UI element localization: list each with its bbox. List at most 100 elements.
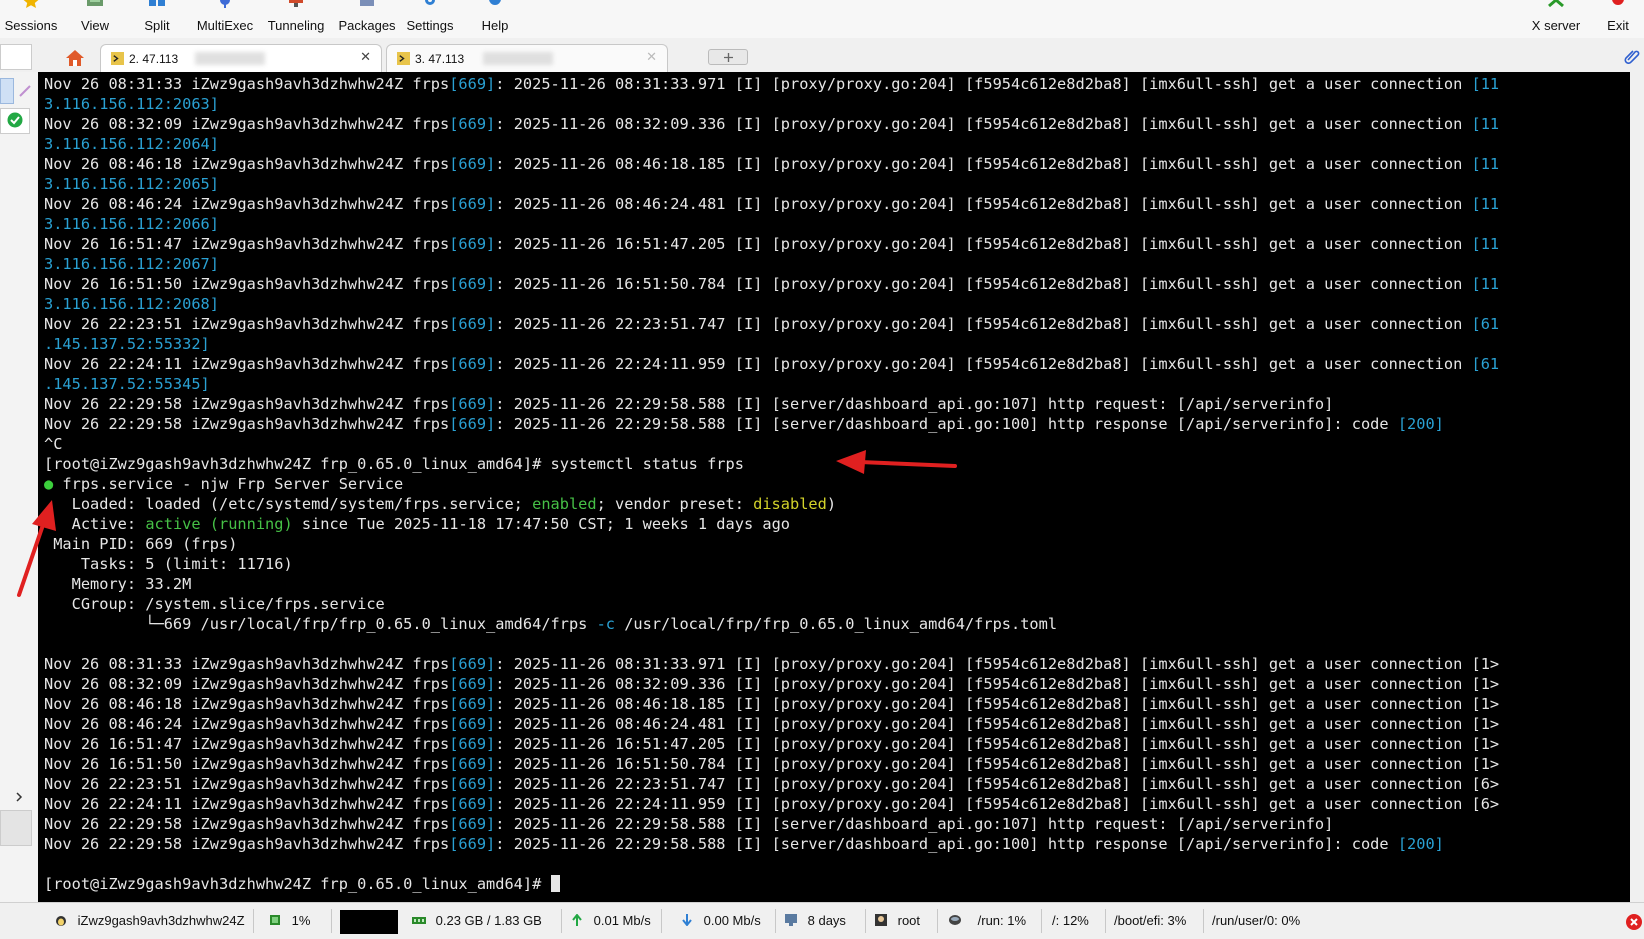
terminal-text: [669] (449, 655, 496, 673)
new-tab-button[interactable] (708, 49, 748, 65)
terminal-line: ● frps.service - njw Frp Server Service (44, 474, 1630, 494)
terminal-text: [11 (1471, 235, 1500, 253)
view-button[interactable]: View (70, 0, 120, 38)
terminal-text: 3.116.156.112:2065] (44, 175, 219, 193)
terminal-view[interactable]: Nov 26 08:31:33 iZwz9gash9avh3dzhwhw24Z … (38, 72, 1630, 902)
terminal-text: .145.137.52:55345] (44, 375, 210, 393)
linux-tux-icon (56, 916, 66, 926)
cpu-graph (340, 910, 398, 934)
sidebar-panel-toggle[interactable] (0, 810, 32, 846)
tab-session-2[interactable]: 2. 47.113 ✕ (100, 44, 382, 72)
terminal-line: Nov 26 08:46:24 iZwz9gash9avh3dzhwhw24Z … (44, 194, 1630, 214)
terminal-text: : 2025-11-26 08:31:33.971 [I] [proxy/pro… (495, 655, 1500, 673)
exit-button[interactable]: Exit (1596, 0, 1640, 38)
terminal-line: Nov 26 08:32:09 iZwz9gash9avh3dzhwhw24Z … (44, 114, 1630, 134)
packages-icon (360, 0, 374, 6)
close-icon[interactable]: ✕ (360, 49, 371, 65)
left-sidebar (0, 72, 39, 902)
terminal-scrollbar[interactable] (1630, 72, 1644, 902)
terminal-text: [11 (1471, 155, 1500, 173)
tab-session-3[interactable]: 3. 47.113 ✕ (386, 44, 668, 72)
sidebar-tab-tools[interactable] (0, 108, 30, 134)
terminal-output: Nov 26 08:31:33 iZwz9gash9avh3dzhwhw24Z … (44, 74, 1630, 894)
status-memory: 0.23 GB / 1.83 GB (412, 909, 562, 933)
terminal-text: : 2025-11-26 08:46:18.185 [I] [proxy/pro… (495, 695, 1500, 713)
help-button[interactable]: Help (472, 0, 518, 38)
terminal-text: Nov 26 22:24:11 iZwz9gash9avh3dzhwhw24Z … (44, 355, 450, 373)
gear-icon (425, 0, 435, 5)
terminal-line: Nov 26 16:51:50 iZwz9gash9avh3dzhwhw24Z … (44, 274, 1630, 294)
sidebar-tab-sessions[interactable] (0, 78, 14, 104)
status-disk-root: /: 12% (1050, 909, 1106, 933)
memory-icon (412, 917, 426, 924)
terminal-text: : 2025-11-26 08:46:18.185 [I] [proxy/pro… (495, 155, 1472, 173)
terminal-line: Nov 26 16:51:50 iZwz9gash9avh3dzhwhw24Z … (44, 754, 1630, 774)
terminal-text: Nov 26 22:23:51 iZwz9gash9avh3dzhwhw24Z … (44, 775, 450, 793)
terminal-text: [669] (449, 675, 496, 693)
terminal-line: [root@iZwz9gash9avh3dzhwhw24Z frp_0.65.0… (44, 874, 1630, 894)
terminal-text: [669] (449, 835, 496, 853)
disk-icon (949, 915, 961, 925)
terminal-text: : 2025-11-26 22:24:11.959 [I] [proxy/pro… (495, 355, 1472, 373)
terminal-line: 3.116.156.112:2064] (44, 134, 1630, 154)
error-close-icon[interactable] (1626, 914, 1642, 930)
terminal-text: : 2025-11-26 08:46:24.481 [I] [proxy/pro… (495, 715, 1500, 733)
terminal-text: : 2025-11-26 22:23:51.747 [I] [proxy/pro… (495, 315, 1472, 333)
terminal-line: Nov 26 08:31:33 iZwz9gash9avh3dzhwhw24Z … (44, 654, 1630, 674)
multiexec-button[interactable]: MultiExec (192, 0, 258, 38)
terminal-text: Nov 26 08:46:24 iZwz9gash9avh3dzhwhw24Z … (44, 195, 450, 213)
terminal-text: Main PID: 669 (frps) (44, 535, 238, 553)
terminal-text: [200] (1397, 835, 1444, 853)
terminal-line: ^C (44, 434, 1630, 454)
tunneling-button[interactable]: Tunneling (260, 0, 332, 38)
terminal-line: Nov 26 16:51:47 iZwz9gash9avh3dzhwhw24Z … (44, 734, 1630, 754)
terminal-text: Nov 26 16:51:50 iZwz9gash9avh3dzhwhw24Z … (44, 275, 450, 293)
terminal-text: 3.116.156.112:2067] (44, 255, 219, 273)
quick-connect-input[interactable] (0, 44, 32, 70)
xserver-button[interactable]: X server (1524, 0, 1588, 38)
terminal-line: .145.137.52:55345] (44, 374, 1630, 394)
sessions-button[interactable]: Sessions (0, 0, 62, 38)
terminal-text: └─669 /usr/local/frp/frp_0.65.0_linux_am… (44, 615, 597, 633)
terminal-text: : 2025-11-26 16:51:47.205 [I] [proxy/pro… (495, 735, 1500, 753)
terminal-line: Nov 26 22:29:58 iZwz9gash9avh3dzhwhw24Z … (44, 814, 1630, 834)
expand-chevron-icon[interactable] (14, 792, 24, 802)
terminal-text: CGroup: /system.slice/frps.service (44, 595, 385, 613)
pin-icon[interactable] (18, 84, 32, 98)
terminal-text: Loaded: loaded (/etc/systemd/system/frps… (44, 495, 533, 513)
terminal-line (44, 854, 1630, 874)
plus-icon (724, 53, 733, 62)
status-upload: 0.01 Mb/s (570, 909, 662, 933)
terminal-line: Nov 26 16:51:47 iZwz9gash9avh3dzhwhw24Z … (44, 234, 1630, 254)
terminal-text: 3.116.156.112:2063] (44, 95, 219, 113)
close-icon[interactable]: ✕ (646, 49, 657, 65)
redacted-address (195, 52, 265, 65)
packages-button[interactable]: Packages (334, 0, 400, 38)
status-user: root (874, 909, 938, 933)
terminal-text: [11 (1471, 275, 1500, 293)
terminal-line: 3.116.156.112:2068] (44, 294, 1630, 314)
home-tab[interactable] (60, 46, 90, 70)
terminal-text: enabled (532, 495, 597, 513)
status-host: iZwz9gash9avh3dzhwhw24Z (54, 909, 254, 933)
terminal-text: ) (826, 495, 837, 513)
power-icon (1612, 0, 1624, 5)
view-icon (87, 0, 103, 6)
terminal-text: ^C (44, 435, 63, 453)
terminal-text: Nov 26 22:23:51 iZwz9gash9avh3dzhwhw24Z … (44, 315, 450, 333)
terminal-text: [669] (449, 795, 496, 813)
terminal-text: [669] (449, 695, 496, 713)
terminal-text: [11 (1471, 115, 1500, 133)
paperclip-icon[interactable] (1624, 48, 1640, 64)
terminal-text: : 2025-11-26 16:51:50.784 [I] [proxy/pro… (495, 275, 1472, 293)
terminal-text: [669] (449, 395, 496, 413)
split-button[interactable]: Split (134, 0, 180, 38)
terminal-line: Nov 26 22:29:58 iZwz9gash9avh3dzhwhw24Z … (44, 414, 1630, 434)
status-bar: iZwz9gash9avh3dzhwhw24Z 1% 0.23 GB / 1.8… (0, 902, 1644, 939)
settings-button[interactable]: Settings (400, 0, 460, 38)
terminal-text: : 2025-11-26 22:29:58.588 [I] [server/da… (495, 835, 1398, 853)
terminal-line: Nov 26 08:46:18 iZwz9gash9avh3dzhwhw24Z … (44, 694, 1630, 714)
terminal-line: Nov 26 08:46:18 iZwz9gash9avh3dzhwhw24Z … (44, 154, 1630, 174)
terminal-line: 3.116.156.112:2063] (44, 94, 1630, 114)
